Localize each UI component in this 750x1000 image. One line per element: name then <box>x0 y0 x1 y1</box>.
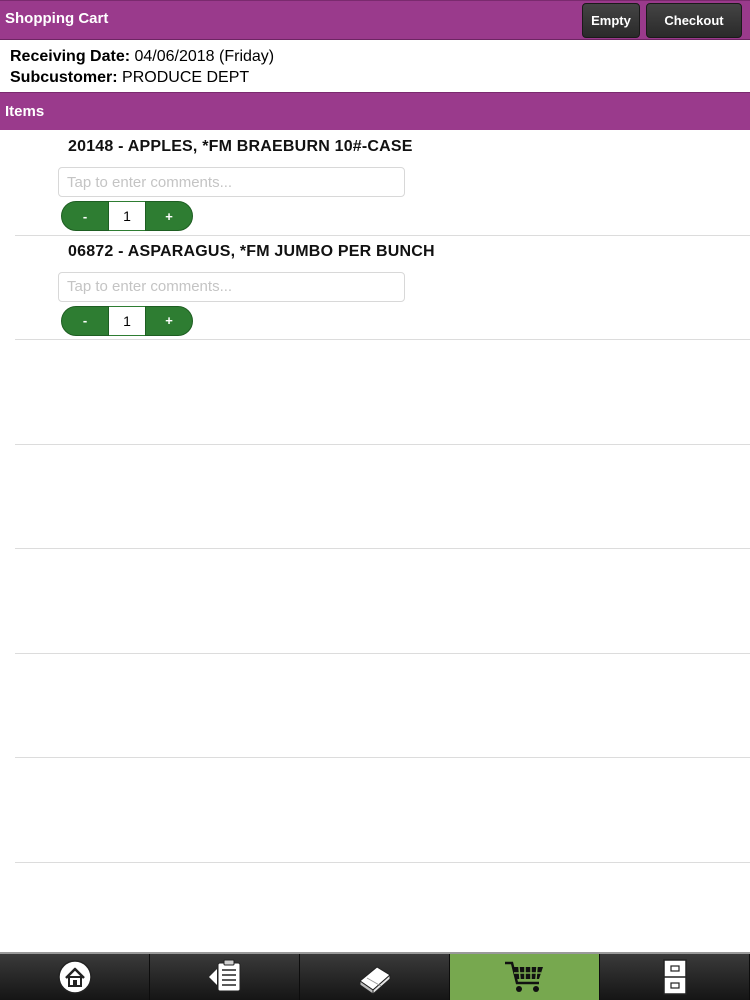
increment-button[interactable]: + <box>145 305 193 336</box>
tab-file-cabinet[interactable] <box>600 954 750 1000</box>
receiving-date-label: Receiving Date: <box>10 48 131 65</box>
empty-row <box>15 340 750 445</box>
empty-row <box>15 445 750 549</box>
decrement-button[interactable]: - <box>61 201 109 231</box>
subcustomer-label: Subcustomer: <box>10 69 118 86</box>
item-title: 06872 - ASPARAGUS, *FM JUMBO PER BUNCH <box>68 242 435 260</box>
catalog-book-icon <box>358 966 391 996</box>
home-icon <box>57 960 92 994</box>
comment-input[interactable] <box>58 271 405 302</box>
page-title: Shopping Cart <box>5 10 109 27</box>
shopping-cart-screen: Shopping Cart Empty Checkout Receiving D… <box>0 0 750 1000</box>
item-title: 20148 - APPLES, *FM BRAEBURN 10#-CASE <box>68 138 413 155</box>
shopping-cart-icon <box>504 961 543 992</box>
file-cabinet-icon <box>662 959 687 995</box>
subcustomer-value: PRODUCE DEPT <box>122 69 250 86</box>
quantity-stepper: - 1 + <box>61 305 193 336</box>
quantity-value[interactable]: 1 <box>109 305 145 336</box>
order-info: Receiving Date: 04/06/2018 (Friday) Subc… <box>10 46 274 88</box>
tab-shopping-cart[interactable] <box>450 954 600 1000</box>
quantity-value[interactable]: 1 <box>109 201 145 231</box>
tab-home[interactable] <box>0 954 150 1000</box>
increment-button[interactable]: + <box>145 201 193 231</box>
order-list-icon <box>208 959 240 992</box>
cart-item-row: 20148 - APPLES, *FM BRAEBURN 10#-CASE - … <box>15 131 750 236</box>
subcustomer-line: Subcustomer: PRODUCE DEPT <box>10 67 274 88</box>
tab-order-guide[interactable] <box>150 954 300 1000</box>
quantity-stepper: - 1 + <box>61 201 193 231</box>
tab-catalog[interactable] <box>300 954 450 1000</box>
empty-row <box>15 549 750 654</box>
decrement-button[interactable]: - <box>61 305 109 336</box>
bottom-tab-bar <box>0 952 750 1000</box>
receiving-date-line: Receiving Date: 04/06/2018 (Friday) <box>10 46 274 67</box>
items-section-title: Items <box>5 103 45 120</box>
cart-item-row: 06872 - ASPARAGUS, *FM JUMBO PER BUNCH -… <box>15 236 750 340</box>
receiving-date-value: 04/06/2018 (Friday) <box>134 48 275 65</box>
empty-row <box>15 654 750 758</box>
cart-item-list: 20148 - APPLES, *FM BRAEBURN 10#-CASE - … <box>0 131 750 863</box>
items-section-header: Items <box>0 92 750 130</box>
empty-row <box>15 758 750 863</box>
checkout-button[interactable]: Checkout <box>646 3 742 38</box>
header-bar: Shopping Cart Empty Checkout <box>0 0 750 40</box>
empty-cart-button[interactable]: Empty <box>582 3 640 38</box>
comment-input[interactable] <box>58 167 405 197</box>
